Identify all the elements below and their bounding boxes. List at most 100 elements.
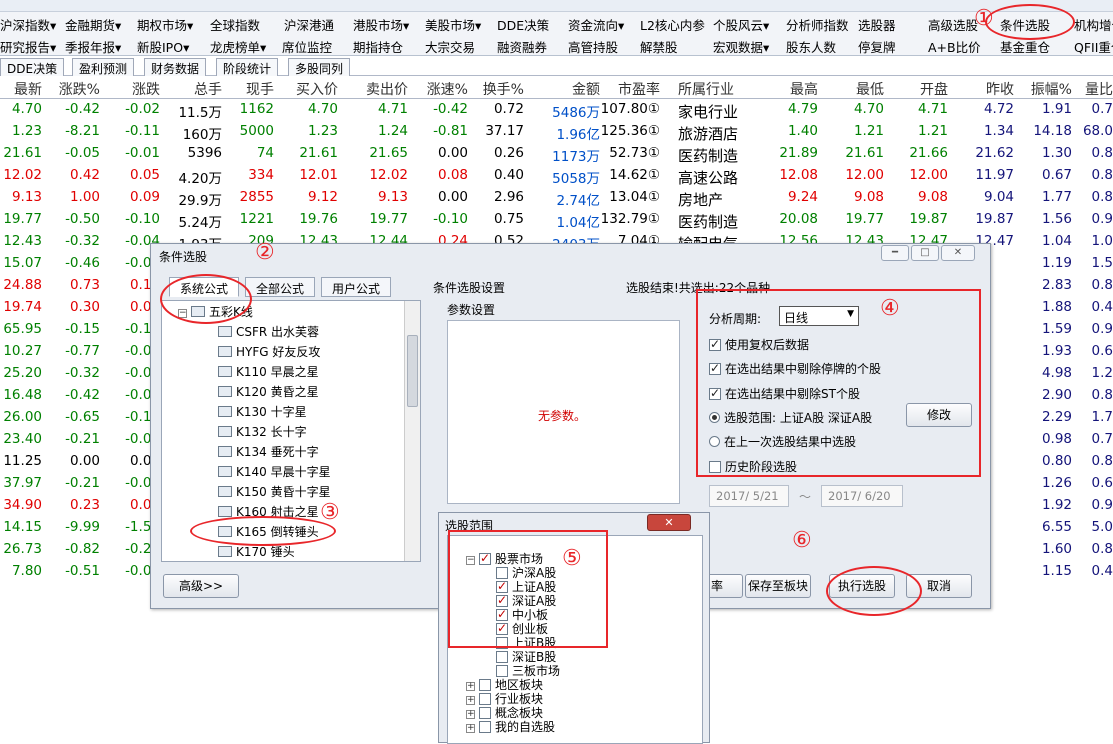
minimize-button[interactable]: ━ [881, 245, 909, 261]
column-header[interactable]: 涨速% [427, 79, 468, 99]
menu-item[interactable]: 新股IPO▾ [137, 37, 189, 56]
menu-item[interactable]: 沪深指数▾ [0, 15, 56, 34]
maximize-button[interactable]: □ [911, 245, 939, 261]
scroll-thumb[interactable] [407, 335, 418, 407]
menu-item[interactable]: 期指持仓 [353, 37, 403, 56]
tree-item[interactable]: K110 早晨之星 [218, 363, 319, 380]
menu-item[interactable]: 季报年报▾ [65, 37, 121, 56]
date-to[interactable]: 2017/ 6/20 [821, 485, 903, 507]
table-cell: 11.5万 [178, 105, 222, 121]
no-param-text: 无参数。 [538, 409, 587, 423]
tree-scrollbar[interactable] [404, 301, 420, 561]
table-row[interactable]: 4.70 -0.42 -0.02 11.5万 1162 4.70 4.71 -0.42 0.72… [0, 99, 1113, 121]
close-button[interactable]: ✕ [941, 245, 975, 261]
table-cell: 65.95 [3, 321, 42, 337]
menu-item[interactable]: 研究报告▾ [0, 37, 56, 56]
table-row[interactable]: 9.13 1.00 0.09 29.9万 2855 9.12 9.13 0.00 2.96 2.7… [0, 187, 1113, 209]
table-row[interactable]: 12.02 0.42 0.05 4.20万 334 12.01 12.02 0.08 0.40 5… [0, 165, 1113, 187]
menu-item[interactable]: 沪深港通 [284, 15, 334, 34]
tree-item[interactable]: CSFR 出水芙蓉 [218, 323, 319, 340]
tree-item[interactable]: K140 早晨十字星 [218, 463, 331, 480]
column-header[interactable]: 量比 [1085, 79, 1113, 99]
menu-item[interactable]: 美股市场▾ [425, 15, 481, 34]
column-header[interactable]: 最高 [790, 79, 818, 99]
column-header[interactable]: 卖出价 [366, 79, 408, 99]
column-header[interactable]: 所属行业 [678, 79, 734, 99]
sub-tab[interactable]: 阶段统计 [216, 58, 279, 76]
menu-item[interactable]: 股东人数 [786, 37, 836, 56]
menu-item[interactable]: 金融期货▾ [65, 15, 121, 34]
column-header[interactable]: 现手 [246, 79, 274, 99]
sub-tab[interactable]: 多股同列 [288, 58, 351, 76]
popup-close-button[interactable]: ✕ [647, 514, 691, 531]
column-header[interactable]: 最新 [14, 79, 42, 99]
column-header[interactable]: 昨收 [986, 79, 1014, 99]
table-cell: 0.73 [69, 277, 100, 293]
menu-item[interactable]: 资金流向▾ [568, 15, 624, 34]
column-header[interactable]: 振幅% [1031, 79, 1072, 99]
column-header[interactable]: 涨跌 [132, 79, 160, 99]
menu-item[interactable]: DDE决策 [497, 15, 549, 34]
menu-item[interactable]: 选股器 [858, 15, 896, 34]
table-cell: 14.62① [609, 167, 660, 183]
menu-item[interactable]: A+B比价 [928, 37, 981, 56]
table-row[interactable]: 1.23 -8.21 -0.11 160万 5000 1.23 1.24 -0.81 37.17… [0, 121, 1113, 143]
table-cell: 4.72 [983, 101, 1014, 117]
sub-tab[interactable]: 盈利预测 [72, 58, 135, 76]
tree-item[interactable]: K132 长十字 [218, 423, 307, 440]
column-header[interactable]: 最低 [856, 79, 884, 99]
tree-item[interactable]: K130 十字星 [218, 403, 307, 420]
column-header[interactable]: 金额 [572, 79, 600, 99]
column-header[interactable]: 开盘 [920, 79, 948, 99]
menu-item[interactable]: 高管持股 [568, 37, 618, 56]
table-cell: 37.17 [485, 123, 524, 139]
sub-tab[interactable]: 财务数据 [144, 58, 207, 76]
table-cell: 1221 [239, 211, 274, 227]
menu-item[interactable]: 分析师指数 [786, 15, 849, 34]
menu-item[interactable]: 期权市场▾ [137, 15, 193, 34]
table-row[interactable]: 21.61 -0.05 -0.01 5396 74 21.61 21.65 0.00 0.26 1… [0, 143, 1113, 165]
menu-item[interactable]: 席位监控 [282, 37, 332, 56]
column-header[interactable]: 涨跌% [59, 79, 100, 99]
tab-user-formula[interactable]: 用户公式 [321, 277, 392, 297]
folder-icon [218, 346, 232, 357]
menu-item[interactable]: 个股风云▾ [713, 15, 769, 34]
table-cell: 2855 [239, 189, 274, 205]
table-cell: 0.42 [69, 167, 100, 183]
menu-item[interactable]: 高级选股 [928, 15, 978, 34]
advanced-button[interactable]: 高级>> [163, 574, 239, 598]
tree-item[interactable]: K150 黄昏十字星 [218, 483, 331, 500]
menu-item[interactable]: 宏观数据▾ [713, 37, 769, 56]
column-header[interactable]: 市盈率 [618, 79, 660, 99]
menu-item[interactable]: 机构增仓 [1074, 15, 1113, 34]
column-header[interactable]: 换手% [483, 79, 524, 99]
table-cell: 0.9 [1091, 211, 1113, 227]
date-from[interactable]: 2017/ 5/21 [709, 485, 789, 507]
table-cell: 1.59 [1041, 321, 1072, 337]
table-cell: 1.5 [1091, 255, 1113, 271]
menu-item[interactable]: 龙虎榜单▾ [210, 37, 266, 56]
tree-item-label: HYFG 好友反攻 [236, 345, 321, 359]
menu-item[interactable]: 大宗交易 [425, 37, 475, 56]
menu-item[interactable]: 融资融券 [497, 37, 547, 56]
menu-item[interactable]: QFII重仓 [1074, 37, 1113, 56]
save-to-block-button[interactable]: 保存至板块 [745, 574, 811, 598]
column-header[interactable]: 总手 [194, 79, 222, 99]
menu-item[interactable]: L2核心内参 [640, 15, 705, 34]
menu-item[interactable]: 解禁股 [640, 37, 678, 56]
sub-tab[interactable]: DDE决策 [0, 58, 65, 76]
tree-item[interactable]: K120 黄昏之星 [218, 383, 319, 400]
table-cell: 0.6 [1091, 475, 1113, 491]
menu-item[interactable]: 全球指数 [210, 15, 260, 34]
tree-item[interactable]: HYFG 好友反攻 [218, 343, 320, 360]
range-group[interactable]: + 我的自选股 [466, 718, 555, 735]
tree-item[interactable]: K134 垂死十字 [218, 443, 319, 460]
table-cell: 0.67 [1041, 167, 1072, 183]
menu-item[interactable]: 停复牌 [858, 37, 896, 56]
column-header[interactable]: 买入价 [296, 79, 338, 99]
tab-all-formula[interactable]: 全部公式 [245, 277, 316, 297]
table-cell: 医药制造 [678, 147, 739, 165]
menu-item[interactable]: 港股市场▾ [353, 15, 409, 34]
table-row[interactable]: 19.77 -0.50 -0.10 5.24万 1221 19.76 19.77 -0.10 0… [0, 209, 1113, 231]
table-cell: -0.42 [65, 387, 100, 403]
